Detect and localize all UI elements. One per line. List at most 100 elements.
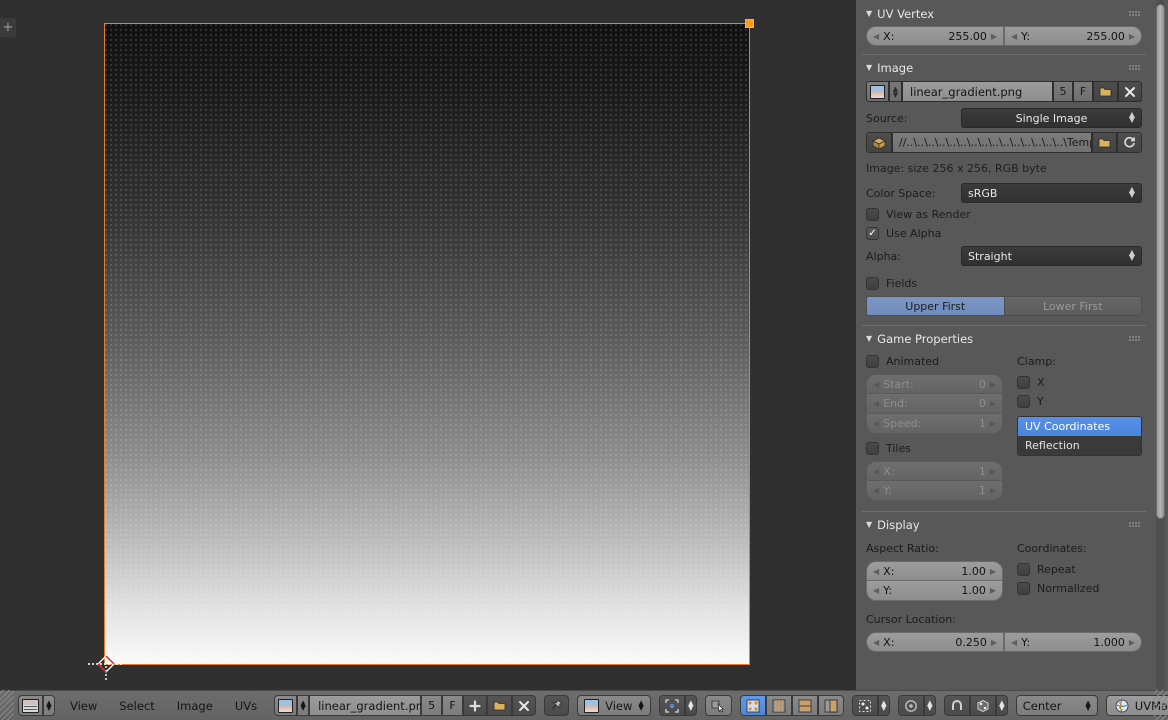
color-space-dropdown[interactable]: sRGB ▲ ▼: [961, 183, 1142, 203]
proportional-edit-icon[interactable]: [897, 695, 924, 716]
image-filepath-icon[interactable]: [866, 132, 892, 153]
anim-end-field[interactable]: ◀ End: 0 ▶: [866, 394, 1003, 414]
list-item-reflection[interactable]: Reflection: [1018, 436, 1141, 455]
snap-dropdown-icon[interactable]: ▲ ▼: [995, 695, 1008, 716]
decrement-arrow-icon[interactable]: ◀: [873, 419, 879, 428]
sticky-mode-group[interactable]: ▲ ▼: [851, 695, 890, 716]
view-as-render-checkbox[interactable]: View as Render: [866, 208, 1142, 221]
clamp-x-checkbox[interactable]: X: [1017, 376, 1142, 389]
uv-sync-selection-icon[interactable]: [704, 695, 732, 716]
clamp-y-checkbox[interactable]: Y: [1017, 395, 1142, 408]
uv-sync-group[interactable]: [704, 695, 732, 716]
sidebar-scrollbar[interactable]: [1156, 4, 1165, 519]
vertex-select-icon[interactable]: [739, 695, 766, 716]
decrement-arrow-icon[interactable]: ◀: [1011, 638, 1017, 647]
panel-display-header[interactable]: ▼ Display: [866, 514, 1142, 535]
view-mode-dropdown[interactable]: View ▲ ▼: [577, 695, 651, 716]
panel-grip-icon[interactable]: [1129, 65, 1140, 70]
selected-uv-vertex[interactable]: [745, 19, 754, 28]
lower-first-toggle[interactable]: Lower First: [1004, 296, 1142, 316]
proportional-falloff-dropdown-icon[interactable]: ▲ ▼: [923, 695, 936, 716]
animated-checkbox[interactable]: Animated: [866, 355, 1003, 368]
increment-arrow-icon[interactable]: ▶: [990, 586, 996, 595]
proportional-edit-group[interactable]: ▲ ▼: [897, 695, 936, 716]
use-alpha-checkbox[interactable]: ✓ Use Alpha: [866, 227, 1142, 240]
header-image-datablock-group[interactable]: ▲ ▼ linear_gradient.png 5 F: [274, 695, 537, 716]
panel-uv-vertex-header[interactable]: ▼ UV Vertex: [866, 3, 1142, 24]
open-image-icon[interactable]: [487, 695, 513, 716]
increment-arrow-icon[interactable]: ▶: [991, 638, 997, 647]
decrement-arrow-icon[interactable]: ◀: [873, 32, 879, 41]
editor-header-bar[interactable]: ▲ ▼ View Select Image UVs ▲ ▼ linear_gradi…: [0, 690, 1168, 720]
open-image-icon[interactable]: [1093, 81, 1118, 102]
uv-select-mode-group[interactable]: [739, 695, 844, 716]
pivot-bounding-box-icon[interactable]: [658, 695, 685, 716]
image-filepath-field[interactable]: //..\..\..\..\..\..\..\..\..\..\..\..\..…: [892, 132, 1092, 153]
tiles-y-field[interactable]: ◀ Y: 1 ▶: [866, 481, 1003, 501]
toolbar-expand-plus-icon[interactable]: +: [0, 18, 16, 37]
sticky-selection-icon[interactable]: [851, 695, 878, 716]
header-fake-user-button[interactable]: F: [442, 695, 464, 716]
image-name-field[interactable]: linear_gradient.png: [902, 81, 1053, 102]
anim-start-field[interactable]: ◀ Start: 0 ▶: [866, 374, 1003, 394]
repeat-checkbox[interactable]: Repeat: [1017, 563, 1142, 576]
decrement-arrow-icon[interactable]: ◀: [873, 467, 879, 476]
anim-speed-field[interactable]: ◀ Speed: 1 ▶: [866, 414, 1003, 434]
fields-checkbox[interactable]: Fields: [866, 277, 1142, 290]
2d-cursor-icon[interactable]: [86, 644, 126, 684]
pivot-point-dropdown[interactable]: Center ▲ ▼: [1015, 695, 1098, 716]
source-dropdown[interactable]: Single Image ▲ ▼: [961, 108, 1142, 128]
uv-image-canvas[interactable]: +: [0, 0, 856, 690]
unlink-image-icon[interactable]: [1118, 81, 1142, 102]
header-image-name-field[interactable]: linear_gradient.png: [309, 695, 430, 716]
cursor-y-field[interactable]: ◀ Y: 1.000 ▶: [1004, 632, 1142, 652]
menu-select[interactable]: Select: [108, 691, 165, 720]
increment-arrow-icon[interactable]: ▶: [1129, 32, 1135, 41]
decrement-arrow-icon[interactable]: ◀: [873, 638, 879, 647]
panel-image-header[interactable]: ▼ Image: [866, 57, 1142, 78]
sticky-dropdown-icon[interactable]: ▲ ▼: [877, 695, 890, 716]
edge-select-icon[interactable]: [765, 695, 792, 716]
panel-game-properties-header[interactable]: ▼ Game Properties: [866, 328, 1142, 349]
island-select-icon[interactable]: [817, 695, 844, 716]
increment-arrow-icon[interactable]: ▶: [990, 467, 996, 476]
reload-image-icon[interactable]: [1117, 132, 1142, 153]
increment-arrow-icon[interactable]: ▶: [990, 380, 996, 389]
cursor-x-field[interactable]: ◀ X: 0.250 ▶: [866, 632, 1004, 652]
alpha-mode-dropdown[interactable]: Straight ▲ ▼: [961, 246, 1142, 266]
uv-vertex-y-field[interactable]: ◀ Y: 255.00 ▶: [1004, 26, 1142, 46]
decrement-arrow-icon[interactable]: ◀: [1011, 32, 1017, 41]
menu-uvs[interactable]: UVs: [224, 691, 268, 720]
view-mode-group[interactable]: View ▲ ▼: [577, 695, 651, 716]
tiles-x-field[interactable]: ◀ X: 1 ▶: [866, 461, 1003, 481]
header-image-users-count[interactable]: 5: [421, 695, 443, 716]
area-corner-grip[interactable]: [0, 690, 14, 720]
area-corner-grip-right[interactable]: [1154, 690, 1168, 720]
tiles-checkbox[interactable]: Tiles: [866, 442, 1003, 455]
snap-group[interactable]: ▲ ▼: [943, 695, 1008, 716]
image-datablock-browse-icon[interactable]: ▲ ▼: [889, 81, 902, 102]
panel-grip-icon[interactable]: [1129, 522, 1140, 527]
increment-arrow-icon[interactable]: ▶: [990, 399, 996, 408]
upper-first-toggle[interactable]: Upper First: [866, 296, 1005, 316]
panel-grip-icon[interactable]: [1129, 11, 1140, 16]
browse-filepath-icon[interactable]: [1092, 132, 1117, 153]
decrement-arrow-icon[interactable]: ◀: [873, 586, 879, 595]
increment-arrow-icon[interactable]: ▶: [1129, 638, 1135, 647]
increment-arrow-icon[interactable]: ▶: [990, 567, 996, 576]
increment-arrow-icon[interactable]: ▶: [990, 486, 996, 495]
decrement-arrow-icon[interactable]: ◀: [873, 399, 879, 408]
list-item-uv-coordinates[interactable]: UV Coordinates: [1018, 417, 1141, 436]
snap-magnet-icon[interactable]: [943, 695, 970, 716]
panel-grip-icon[interactable]: [1129, 336, 1140, 341]
pivot-group[interactable]: ▲ ▼: [658, 695, 697, 716]
menu-view[interactable]: View: [59, 691, 108, 720]
editor-type-selector[interactable]: ▲ ▼: [18, 695, 55, 716]
pivot-dropdown-icon[interactable]: ▲ ▼: [684, 695, 697, 716]
pin-icon[interactable]: [544, 695, 570, 716]
face-select-icon[interactable]: [791, 695, 818, 716]
uv-vertex-x-field[interactable]: ◀ X: 255.00 ▶: [866, 26, 1004, 46]
increment-arrow-icon[interactable]: ▶: [990, 419, 996, 428]
aspect-x-field[interactable]: ◀ X: 1.00 ▶: [866, 561, 1003, 581]
properties-sidebar[interactable]: ▼ UV Vertex ◀ X: 255.00 ▶ ◀ Y: 255.00 ▶ …: [856, 0, 1168, 690]
